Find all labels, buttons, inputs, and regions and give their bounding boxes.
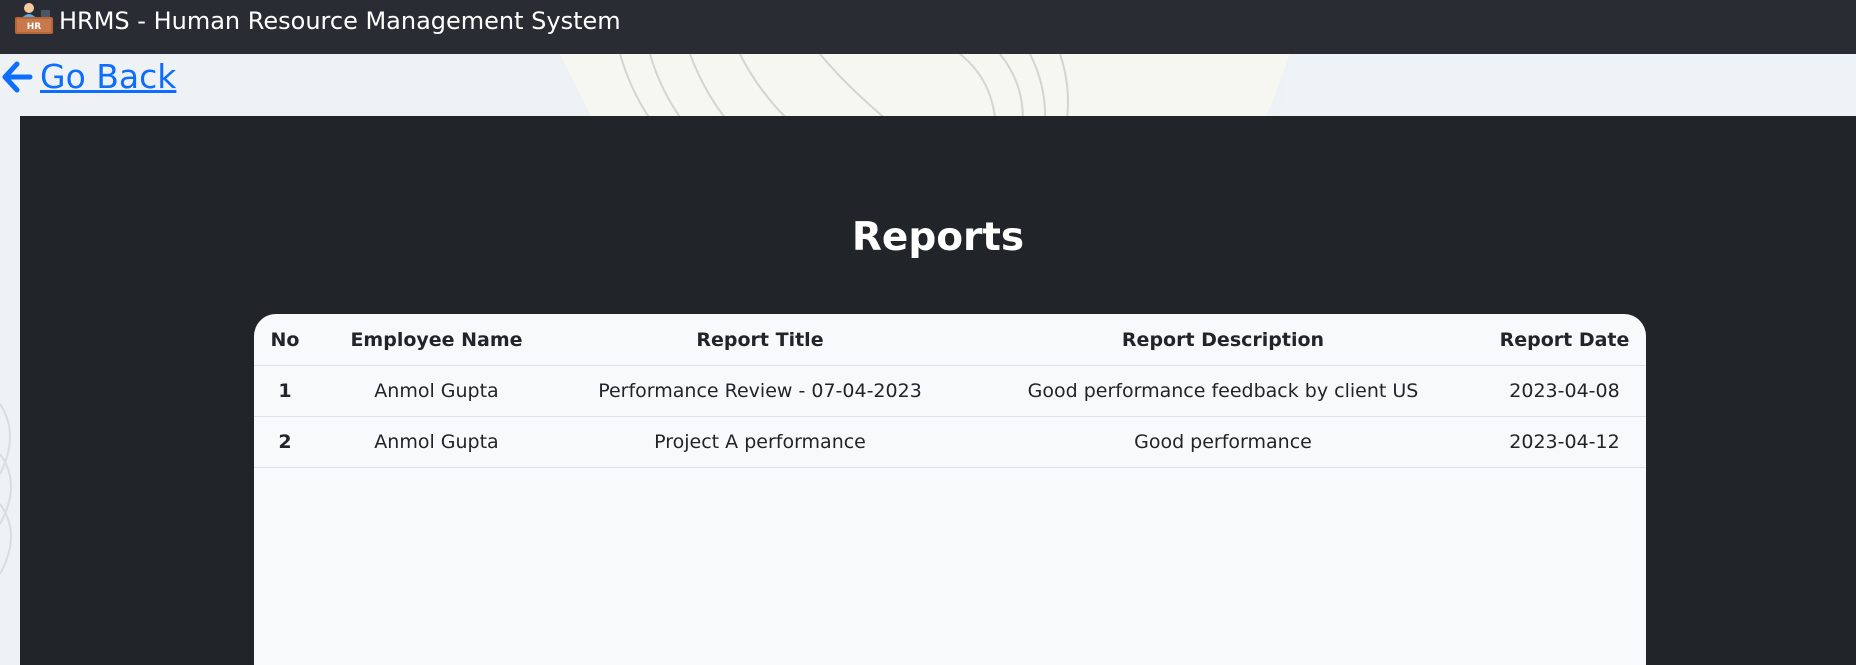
column-header-employee-name: Employee Name bbox=[316, 314, 557, 366]
cell-no: 1 bbox=[254, 365, 316, 417]
page-title: Reports bbox=[851, 215, 1025, 260]
cell-report-date: 2023-04-08 bbox=[1483, 365, 1646, 417]
column-header-no: No bbox=[254, 314, 316, 366]
cell-report-date: 2023-04-12 bbox=[1483, 416, 1646, 468]
cell-no: 2 bbox=[254, 416, 316, 468]
hr-desk-icon: HR bbox=[15, 3, 53, 34]
cell-report-description: Good performance bbox=[963, 416, 1483, 468]
reports-table: No Employee Name Report Title Report Des… bbox=[254, 314, 1646, 468]
cell-report-title: Project A performance bbox=[557, 416, 963, 468]
table-row: 2 Anmol Gupta Project A performance Good… bbox=[254, 416, 1646, 468]
table-header-row: No Employee Name Report Title Report Des… bbox=[254, 314, 1646, 366]
column-header-report-description: Report Description bbox=[963, 314, 1483, 366]
go-back-label[interactable]: Go Back bbox=[40, 56, 176, 98]
svg-text:HR: HR bbox=[27, 22, 42, 32]
app-title: HRMS - Human Resource Management System bbox=[59, 7, 621, 35]
cell-employee-name: Anmol Gupta bbox=[316, 365, 557, 417]
cell-report-description: Good performance feedback by client US bbox=[963, 365, 1483, 417]
column-header-report-date: Report Date bbox=[1483, 314, 1646, 366]
go-back-link[interactable]: Go Back bbox=[0, 56, 176, 98]
column-header-report-title: Report Title bbox=[557, 314, 963, 366]
reports-table-card: No Employee Name Report Title Report Des… bbox=[254, 314, 1646, 665]
cell-employee-name: Anmol Gupta bbox=[316, 416, 557, 468]
table-row: 1 Anmol Gupta Performance Review - 07-04… bbox=[254, 365, 1646, 417]
app-header: HR HRMS - Human Resource Management Syst… bbox=[0, 0, 1856, 54]
reports-panel: Reports No Employee Name Report Title Re… bbox=[20, 116, 1856, 665]
cell-report-title: Performance Review - 07-04-2023 bbox=[557, 365, 963, 417]
arrow-left-icon bbox=[2, 61, 33, 93]
